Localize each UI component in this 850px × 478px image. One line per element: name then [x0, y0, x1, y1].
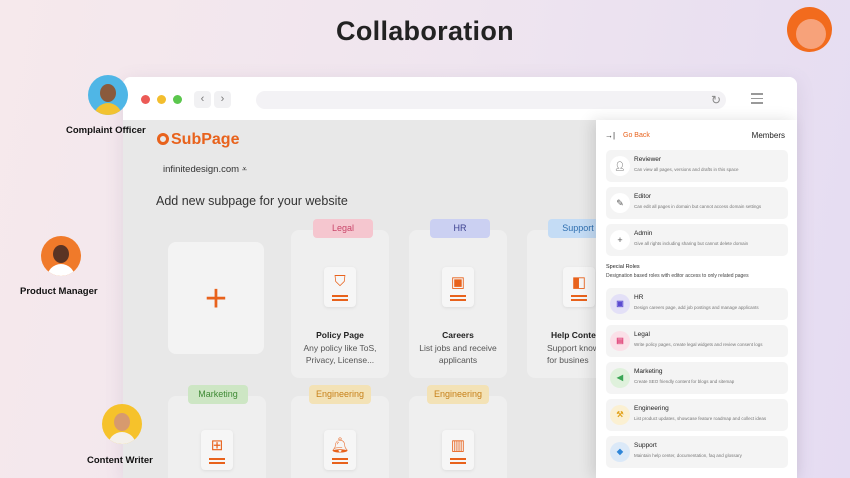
tag-engineering: Engineering [427, 385, 489, 404]
role-name: Reviewer [634, 156, 662, 163]
special-role-legal[interactable]: ▤ Legal Write policy pages, create legal… [606, 325, 788, 357]
template-card-marketing[interactable]: Marketing ⊞ [168, 385, 266, 478]
logo-icon [157, 133, 169, 145]
megaphone-icon: ◀ [610, 368, 630, 388]
role-desc: Can view all pages, versions and drafts … [634, 167, 739, 172]
go-back-link[interactable]: Go Back [623, 132, 650, 139]
card-desc: Any policy like ToS, Privacy, License... [303, 343, 377, 365]
chevron-left-icon[interactable]: ‹ [194, 91, 211, 108]
role-name: Editor [634, 193, 651, 200]
template-card-careers[interactable]: HR ▣ Careers List jobs and receive applic… [409, 219, 507, 378]
role-desc: List product updates, showcase feature r… [634, 416, 767, 421]
special-role-hr[interactable]: ▣ HR Design careers page, add job postin… [606, 288, 788, 320]
role-name: HR [634, 294, 644, 301]
panel-title: Members [751, 131, 785, 140]
help-doc-icon: ◧ [563, 267, 595, 307]
user-edit-icon: ✎ [610, 193, 630, 213]
maximize-window-dot[interactable] [173, 95, 182, 104]
tag-hr: HR [430, 219, 490, 238]
collapse-arrow-icon[interactable]: →| [605, 131, 615, 140]
role-editor[interactable]: ✎ Editor Can edit all pages in domain bu… [606, 187, 788, 219]
browser-toolbar: ‹ › ↻ [123, 77, 797, 120]
minimize-window-dot[interactable] [157, 95, 166, 104]
user-plus-icon: + [610, 230, 630, 250]
hammer-icon: ⚒ [610, 405, 630, 425]
avatar-complaint-officer [88, 75, 128, 115]
id-badge-icon: ▣ [442, 267, 474, 307]
role-desc: Create SEO friendly content for blogs an… [634, 379, 735, 384]
help-diamond-icon: ◆ [610, 442, 630, 462]
role-name: Legal [634, 331, 650, 338]
card-title: Careers [442, 330, 474, 340]
tag-marketing: Marketing [188, 385, 248, 404]
plus-icon: + [204, 278, 228, 320]
user-icon: 👤︎ [610, 156, 630, 176]
board-icon: ▥ [442, 430, 474, 470]
role-name: Support [634, 442, 657, 449]
add-subpage-card[interactable]: + [168, 242, 264, 354]
hero-title: Collaboration [336, 16, 514, 46]
role-name: Admin [634, 230, 653, 237]
persona-label: Complaint Officer [66, 125, 146, 136]
card-desc: List jobs and receive applicants [419, 343, 497, 365]
role-name: Engineering [634, 405, 669, 412]
persona-label: Product Manager [20, 286, 98, 297]
page-heading: Add new subpage for your website [156, 194, 348, 208]
card-title: Policy Page [316, 330, 364, 340]
hr-badge-icon: ▣ [610, 294, 630, 314]
template-card-engineering-1[interactable]: Engineering 🔔︎ [291, 385, 389, 478]
persona-label: Content Writer [87, 455, 153, 466]
template-card-engineering-2[interactable]: Engineering ▥ [409, 385, 507, 478]
role-desc: Design careers page, add job postings an… [634, 305, 759, 310]
subpage-logo: SubPage [157, 131, 239, 149]
special-roles-title: Special Roles [606, 264, 640, 270]
tag-legal: Legal [313, 219, 373, 238]
role-desc: Can edit all pages in domain but cannot … [634, 204, 762, 209]
avatar-product-manager [41, 236, 81, 276]
reload-icon[interactable]: ↻ [711, 92, 721, 108]
template-card-policy[interactable]: Legal ⛉ Policy Page Any policy like ToS,… [291, 219, 389, 378]
special-role-support[interactable]: ◆ Support Maintain help center, document… [606, 436, 788, 468]
brand-logo-icon [787, 7, 832, 52]
role-desc: Write policy pages, create legal widgets… [634, 342, 763, 347]
role-name: Marketing [634, 368, 663, 375]
close-window-dot[interactable] [141, 95, 150, 104]
role-admin[interactable]: + Admin Give all rights including sharin… [606, 224, 788, 256]
role-desc: Maintain help center, documentation, faq… [634, 453, 742, 458]
workspace-selector[interactable]: infinitedesign.com ⩡ [163, 164, 247, 175]
hamburger-icon[interactable] [751, 93, 763, 104]
address-bar[interactable] [256, 91, 726, 109]
tag-engineering: Engineering [309, 385, 371, 404]
special-roles-subtitle: Designation based roles with editor acce… [606, 273, 749, 279]
shield-icon: ⛉ [324, 267, 356, 307]
special-role-marketing[interactable]: ◀ Marketing Create SEO friendly content … [606, 362, 788, 394]
bell-icon: 🔔︎ [324, 430, 356, 470]
members-panel: →| Go Back Members 👤︎ Reviewer Can view … [596, 120, 797, 478]
avatar-content-writer [102, 404, 142, 444]
legal-doc-icon: ▤ [610, 331, 630, 351]
role-reviewer[interactable]: 👤︎ Reviewer Can view all pages, versions… [606, 150, 788, 182]
sitemap-icon: ⊞ [201, 430, 233, 470]
special-role-engineering[interactable]: ⚒ Engineering List product updates, show… [606, 399, 788, 431]
chevron-down-icon: ⩡ [241, 164, 248, 175]
chevron-right-icon[interactable]: › [214, 91, 231, 108]
role-desc: Give all rights including sharing but ca… [634, 241, 749, 246]
